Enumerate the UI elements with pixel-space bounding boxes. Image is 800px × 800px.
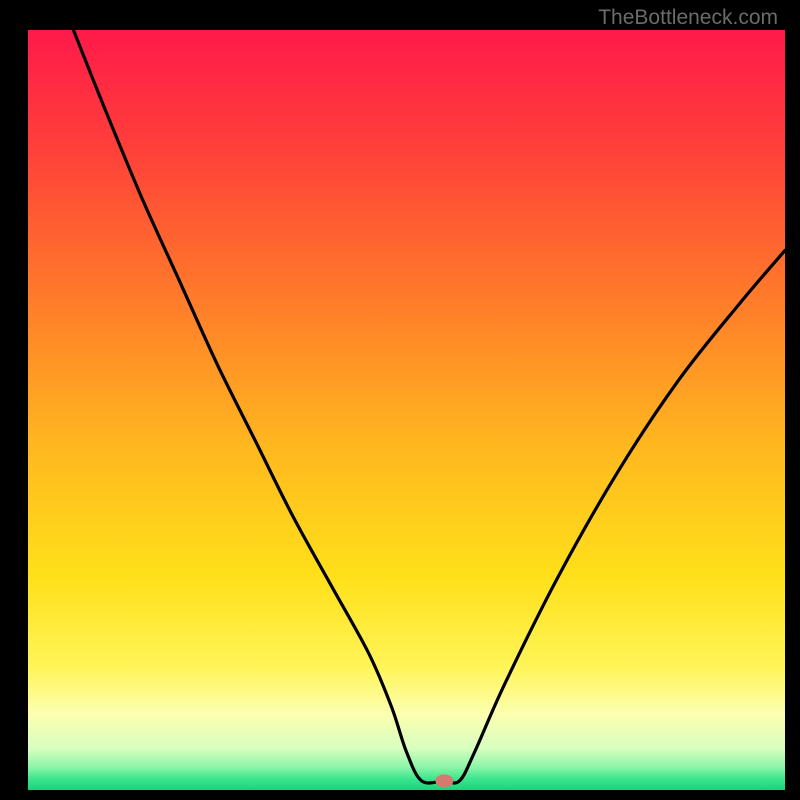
bottleneck-chart (0, 0, 800, 800)
chart-container: TheBottleneck.com (0, 0, 800, 800)
watermark-text: TheBottleneck.com (598, 6, 778, 30)
optimal-point-marker (435, 774, 453, 787)
gradient-background (28, 30, 785, 790)
